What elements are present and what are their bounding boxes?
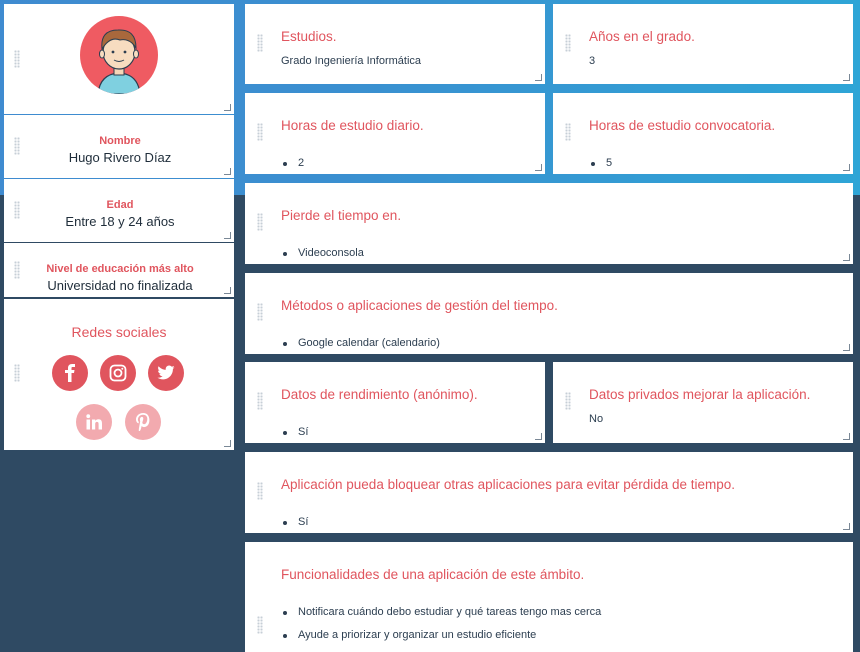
- drag-handle[interactable]: [14, 364, 20, 382]
- resize-handle[interactable]: [843, 344, 850, 351]
- answer-item: 2: [283, 157, 304, 169]
- age-value: Entre 18 y 24 años: [65, 214, 175, 229]
- resize-handle[interactable]: [843, 254, 850, 261]
- resize-handle[interactable]: [224, 104, 231, 111]
- answer-item: Sí: [283, 516, 308, 528]
- resize-handle[interactable]: [843, 74, 850, 81]
- education-card[interactable]: Nivel de educación más alto Universidad …: [4, 243, 234, 297]
- question-title: Horas de estudio convocatoria.: [589, 118, 776, 133]
- drag-handle[interactable]: [257, 616, 263, 634]
- answer-item: Notificara cuándo debo estudiar y qué ta…: [283, 606, 601, 618]
- answer-text: Notificara cuándo debo estudiar y qué ta…: [298, 606, 602, 618]
- social-title: Redes sociales: [71, 324, 167, 340]
- pinterest-icon[interactable]: [125, 404, 161, 440]
- answer-text: Videoconsola: [298, 247, 364, 259]
- question-title: Datos privados mejorar la aplicación.: [589, 387, 811, 402]
- facebook-icon[interactable]: [52, 355, 88, 391]
- answer-text: Ayude a priorizar y organizar un estudio…: [298, 629, 537, 641]
- card-privados[interactable]: Datos privados mejorar la aplicación. No: [553, 362, 853, 443]
- answer-item: Sí: [283, 426, 308, 438]
- avatar-card[interactable]: [4, 4, 234, 114]
- card-horas-convocatoria[interactable]: Horas de estudio convocatoria. 5: [553, 93, 853, 174]
- drag-handle[interactable]: [14, 50, 20, 68]
- card-estudios[interactable]: Estudios. Grado Ingeniería Informática: [245, 4, 545, 84]
- answer-item: Ayude a priorizar y organizar un estudio…: [283, 629, 536, 641]
- answer-text: 3: [589, 55, 596, 67]
- question-title: Datos de rendimiento (anónimo).: [281, 387, 478, 402]
- card-bloquear[interactable]: Aplicación pueda bloquear otras aplicaci…: [245, 452, 853, 533]
- drag-handle[interactable]: [257, 34, 263, 52]
- question-title: Funcionalidades de una aplicación de est…: [281, 567, 585, 582]
- answer-item: 5: [591, 157, 612, 169]
- resize-handle[interactable]: [843, 523, 850, 530]
- question-title: Métodos o aplicaciones de gestión del ti…: [281, 298, 558, 313]
- answer-text: 2: [298, 157, 305, 169]
- education-label: Nivel de educación más alto: [46, 263, 194, 275]
- avatar: [80, 16, 158, 94]
- answer-item: Google calendar (calendario): [283, 337, 440, 349]
- name-value: Hugo Rivero Díaz: [68, 150, 172, 165]
- drag-handle[interactable]: [565, 34, 571, 52]
- answer-text: Sí: [298, 426, 309, 438]
- question-title: Aplicación pueda bloquear otras aplicaci…: [281, 477, 736, 492]
- answer-text: Grado Ingeniería Informática: [281, 55, 422, 67]
- resize-handle[interactable]: [535, 164, 542, 171]
- avatar-illustration: [97, 29, 141, 94]
- linkedin-icon[interactable]: [76, 404, 112, 440]
- question-title: Horas de estudio diario.: [281, 118, 424, 133]
- resize-handle[interactable]: [224, 168, 231, 175]
- resize-handle[interactable]: [535, 433, 542, 440]
- instagram-icon[interactable]: [100, 355, 136, 391]
- card-pierde[interactable]: Pierde el tiempo en. Videoconsola: [245, 183, 853, 264]
- drag-handle[interactable]: [257, 213, 263, 231]
- answer-text: Google calendar (calendario): [298, 337, 440, 349]
- drag-handle[interactable]: [257, 303, 263, 321]
- resize-handle[interactable]: [224, 440, 231, 447]
- drag-handle[interactable]: [257, 392, 263, 410]
- drag-handle[interactable]: [565, 392, 571, 410]
- drag-handle[interactable]: [565, 123, 571, 141]
- age-label: Edad: [106, 199, 134, 211]
- education-value: Universidad no finalizada: [47, 278, 193, 293]
- name-card[interactable]: Nombre Hugo Rivero Díaz: [4, 115, 234, 178]
- card-funcionalidades[interactable]: Funcionalidades de una aplicación de est…: [245, 542, 853, 652]
- resize-handle[interactable]: [224, 287, 231, 294]
- question-title: Pierde el tiempo en.: [281, 208, 402, 223]
- resize-handle[interactable]: [843, 164, 850, 171]
- answer-text: Sí: [298, 516, 309, 528]
- age-card[interactable]: Edad Entre 18 y 24 años: [4, 179, 234, 242]
- answer-item: Videoconsola: [283, 247, 364, 259]
- resize-handle[interactable]: [535, 74, 542, 81]
- resize-handle[interactable]: [224, 232, 231, 239]
- name-label: Nombre: [99, 135, 141, 147]
- card-metodos[interactable]: Métodos o aplicaciones de gestión del ti…: [245, 273, 853, 354]
- question-title: Estudios.: [281, 29, 337, 44]
- drag-handle[interactable]: [257, 123, 263, 141]
- answer-text: 5: [606, 157, 613, 169]
- question-title: Años en el grado.: [589, 29, 695, 44]
- card-anios[interactable]: Años en el grado. 3: [553, 4, 853, 84]
- social-card[interactable]: Redes sociales: [4, 299, 234, 450]
- card-horas-diario[interactable]: Horas de estudio diario. 2: [245, 93, 545, 174]
- card-rendimiento[interactable]: Datos de rendimiento (anónimo). Sí: [245, 362, 545, 443]
- drag-handle[interactable]: [257, 482, 263, 500]
- resize-handle[interactable]: [843, 433, 850, 440]
- twitter-icon[interactable]: [148, 355, 184, 391]
- answer-text: No: [589, 413, 604, 425]
